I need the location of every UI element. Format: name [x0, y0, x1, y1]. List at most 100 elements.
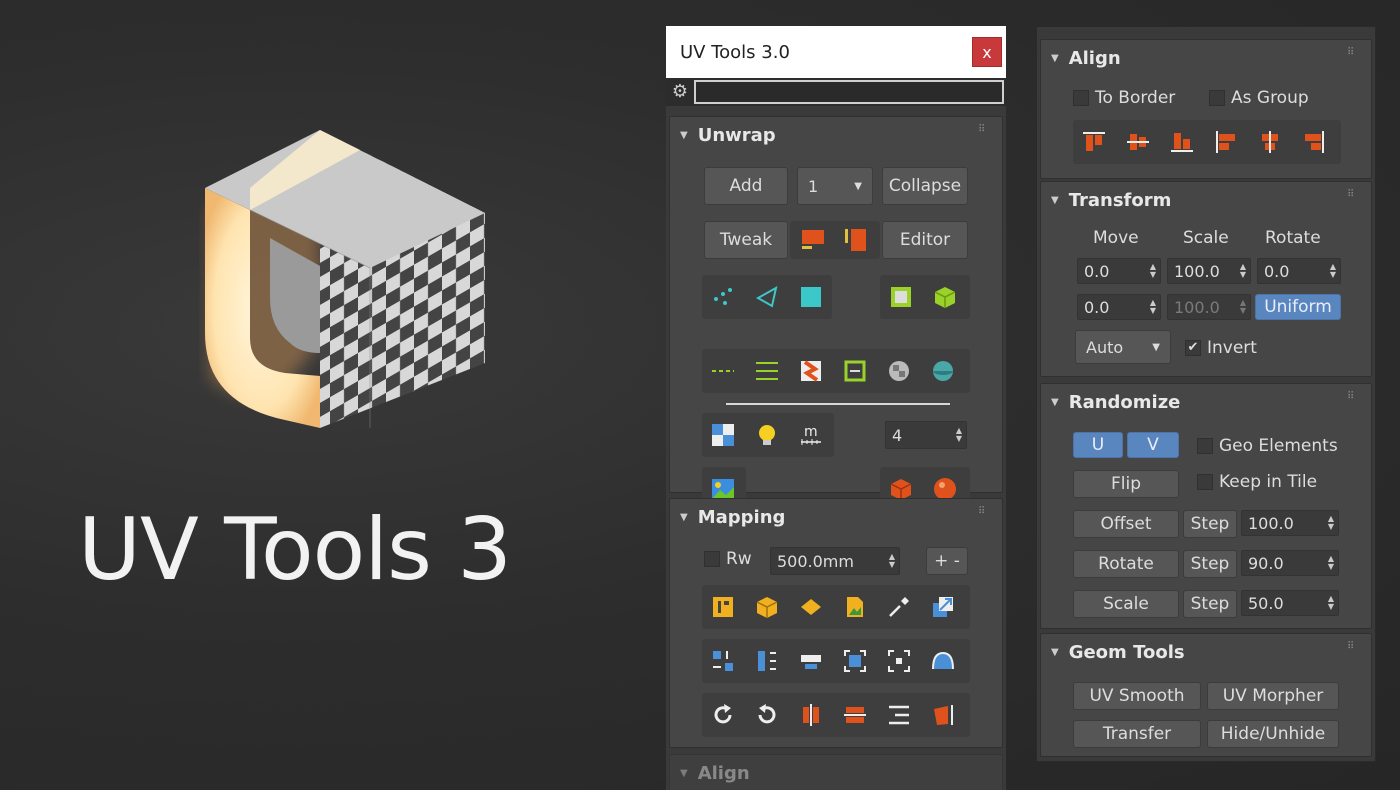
- align-left-icon[interactable]: [1211, 127, 1241, 157]
- spinner-arrows-icon[interactable]: ▲ ▼: [1328, 595, 1334, 611]
- add-button[interactable]: Add: [704, 167, 788, 205]
- offset-step-button[interactable]: Step: [1183, 510, 1237, 538]
- channel-dropdown[interactable]: 1 ▼: [797, 167, 873, 205]
- move-u-spinner[interactable]: 0.0 ▲ ▼: [1077, 258, 1161, 284]
- eyedropper-icon[interactable]: [884, 592, 914, 622]
- stack-vertical-icon[interactable]: [752, 646, 782, 676]
- spinner-arrows-icon[interactable]: ▲ ▼: [1328, 515, 1334, 531]
- move-v-spinner[interactable]: 0.0 ▲ ▼: [1077, 294, 1161, 320]
- horizontal-tweak-icon[interactable]: [798, 225, 828, 255]
- box-map-icon[interactable]: [752, 592, 782, 622]
- keep-in-tile-checkbox[interactable]: Keep in Tile: [1197, 472, 1317, 492]
- drag-grip-icon[interactable]: ⠿: [1347, 392, 1361, 402]
- align-bottom-icon[interactable]: [1167, 127, 1197, 157]
- rotate-cw-icon[interactable]: [708, 700, 738, 730]
- invert-checkbox[interactable]: ✔ Invert: [1185, 338, 1257, 358]
- editor-button[interactable]: Editor: [882, 221, 968, 259]
- distribute-icon[interactable]: [884, 700, 914, 730]
- planar-map-icon[interactable]: [708, 592, 738, 622]
- transform-header[interactable]: ▼ Transform: [1051, 190, 1171, 211]
- align-stub-header[interactable]: ▼ Align: [680, 763, 750, 784]
- drag-grip-icon[interactable]: ⠿: [1347, 190, 1361, 200]
- rotate-step-button[interactable]: Step: [1183, 550, 1237, 578]
- uniform-toggle[interactable]: Uniform: [1255, 294, 1341, 320]
- align-top-icon[interactable]: [1079, 127, 1109, 157]
- face-map-icon[interactable]: [796, 592, 826, 622]
- lines-icon[interactable]: [752, 356, 782, 386]
- scale-u-spinner[interactable]: 100.0 ▲ ▼: [1167, 258, 1251, 284]
- plus-minus-button[interactable]: + -: [926, 547, 968, 575]
- align-middle-icon[interactable]: [1123, 127, 1153, 157]
- rotate-random-spinner[interactable]: 90.0 ▲ ▼: [1241, 550, 1339, 576]
- checker-ball-icon[interactable]: [884, 356, 914, 386]
- spinner-arrows-icon[interactable]: ▲ ▼: [1328, 555, 1334, 571]
- align-header[interactable]: ▼ Align: [1051, 48, 1121, 69]
- flip-horizontal-icon[interactable]: [796, 700, 826, 730]
- collapse-button[interactable]: Collapse: [882, 167, 968, 205]
- drag-grip-icon[interactable]: ⠿: [978, 125, 992, 135]
- geom-tools-header[interactable]: ▼ Geom Tools: [1051, 642, 1185, 663]
- drag-grip-icon[interactable]: ⠿: [1347, 642, 1361, 652]
- spinner-arrows-icon[interactable]: ▲ ▼: [956, 427, 962, 443]
- spinner-arrows-icon[interactable]: ▲ ▼: [1150, 299, 1156, 315]
- element-cube-icon[interactable]: [930, 282, 960, 312]
- keep-in-tile-checkbox-box[interactable]: [1197, 474, 1213, 490]
- map-size-spinner[interactable]: 500.0mm ▲ ▼: [770, 547, 900, 575]
- align-grid-icon[interactable]: [708, 646, 738, 676]
- rw-checkbox[interactable]: Rw: [704, 549, 752, 569]
- drag-grip-icon[interactable]: ⠿: [978, 507, 992, 517]
- vertical-tweak-icon[interactable]: [840, 225, 870, 255]
- hide-unhide-button[interactable]: Hide/Unhide: [1207, 720, 1339, 748]
- skew-icon[interactable]: [928, 700, 958, 730]
- scale-button[interactable]: Scale: [1073, 590, 1179, 618]
- center-frame-icon[interactable]: [884, 646, 914, 676]
- flip-button[interactable]: Flip: [1073, 470, 1179, 498]
- stitch-icon[interactable]: [840, 356, 870, 386]
- texel-density-icon[interactable]: m: [796, 420, 826, 450]
- spinner-arrows-icon[interactable]: ▲ ▼: [1150, 263, 1156, 279]
- align-right-icon[interactable]: [1299, 127, 1329, 157]
- checker-tiles-spinner[interactable]: 4 ▲ ▼: [885, 421, 967, 449]
- lightbulb-icon[interactable]: [752, 420, 782, 450]
- vertex-mode-icon[interactable]: [708, 282, 738, 312]
- drag-grip-icon[interactable]: ⠿: [1347, 48, 1361, 58]
- expand-map-icon[interactable]: [928, 592, 958, 622]
- relax-arc-icon[interactable]: [928, 646, 958, 676]
- spinner-arrows-icon[interactable]: ▲ ▼: [889, 553, 895, 569]
- scale-random-spinner[interactable]: 50.0 ▲ ▼: [1241, 590, 1339, 616]
- zigzag-seam-icon[interactable]: [796, 356, 826, 386]
- flip-vertical-icon[interactable]: [840, 700, 870, 730]
- spinner-arrows-icon[interactable]: ▲ ▼: [1240, 263, 1246, 279]
- checker-map-icon[interactable]: [708, 420, 738, 450]
- uv-morpher-button[interactable]: UV Morpher: [1207, 682, 1339, 710]
- invert-checkbox-box[interactable]: ✔: [1185, 340, 1201, 356]
- spinner-arrows-icon[interactable]: ▲ ▼: [1330, 263, 1336, 279]
- rw-checkbox-box[interactable]: [704, 551, 720, 567]
- geo-elements-checkbox-box[interactable]: [1197, 438, 1213, 454]
- tweak-button[interactable]: Tweak: [704, 221, 788, 259]
- offset-button[interactable]: Offset: [1073, 510, 1179, 538]
- scale-step-button[interactable]: Step: [1183, 590, 1237, 618]
- randomize-header[interactable]: ▼ Randomize: [1051, 392, 1180, 413]
- rotate-button[interactable]: Rotate: [1073, 550, 1179, 578]
- close-button[interactable]: x: [972, 37, 1002, 67]
- fit-frame-icon[interactable]: [840, 646, 870, 676]
- title-bar[interactable]: UV Tools 3.0 x: [666, 26, 1006, 78]
- offset-spinner[interactable]: 100.0 ▲ ▼: [1241, 510, 1339, 536]
- polygon-element-icon[interactable]: [886, 282, 916, 312]
- file-map-icon[interactable]: [840, 592, 870, 622]
- align-center-icon[interactable]: [1255, 127, 1285, 157]
- geo-elements-checkbox[interactable]: Geo Elements: [1197, 436, 1338, 456]
- rotate-ccw-icon[interactable]: [752, 700, 782, 730]
- stack-horizontal-icon[interactable]: [796, 646, 826, 676]
- edge-mode-icon[interactable]: [752, 282, 782, 312]
- rotate-spinner[interactable]: 0.0 ▲ ▼: [1257, 258, 1341, 284]
- u-toggle[interactable]: U: [1073, 432, 1123, 458]
- dashed-seam-icon[interactable]: [708, 356, 738, 386]
- auto-dropdown[interactable]: Auto ▼: [1075, 330, 1171, 364]
- gear-icon[interactable]: ⚙: [670, 82, 690, 102]
- uv-smooth-button[interactable]: UV Smooth: [1073, 682, 1201, 710]
- as-group-checkbox[interactable]: As Group: [1209, 88, 1309, 108]
- search-input[interactable]: [694, 80, 1004, 104]
- unwrap-header[interactable]: ▼ Unwrap: [680, 125, 776, 146]
